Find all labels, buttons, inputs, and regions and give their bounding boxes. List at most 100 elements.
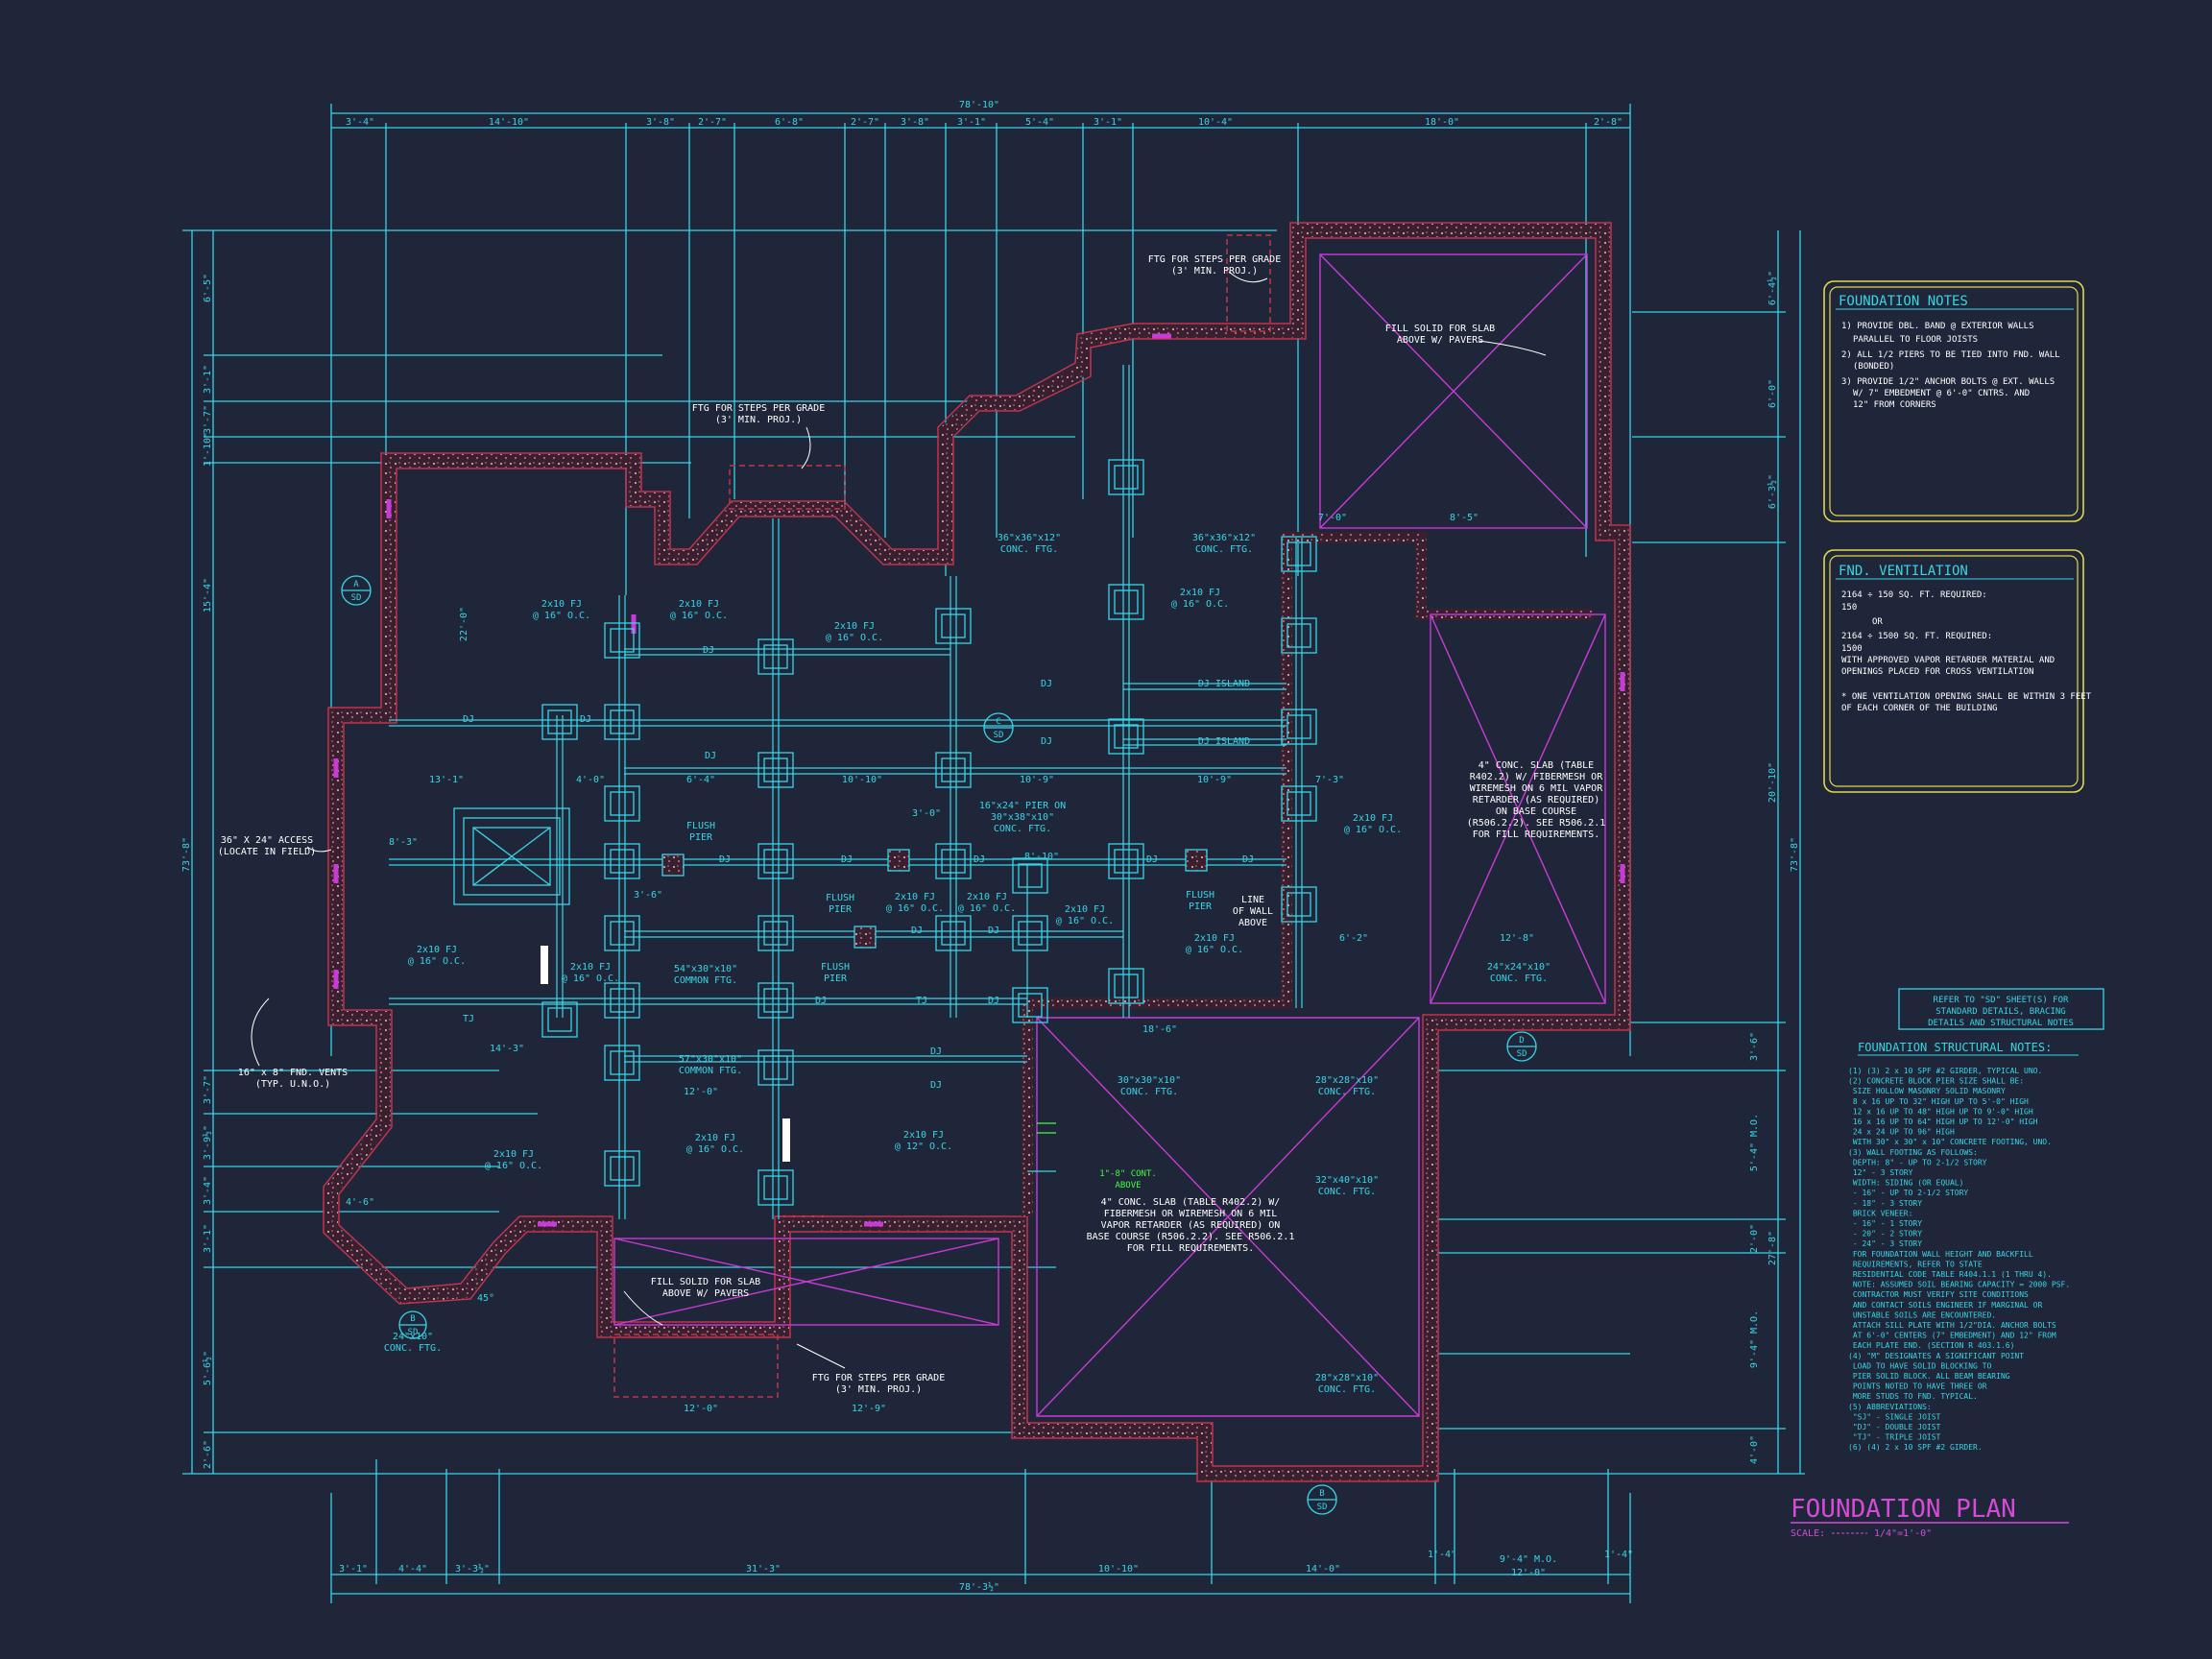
top-dim: 3'-8" [901,117,929,128]
label-ftg-steps-bottom: FTG FOR STEPS PER GRADE (3' MIN. PROJ.) [812,1373,945,1395]
label-fj: 2x10 FJ @ 16" O.C. [562,962,619,984]
label-dj: DJ [463,714,474,725]
scale-value: 1/4"=1'-0" [1874,1528,1932,1539]
label-ftg-30: 30"x30"x10" CONC. FTG. [1118,1075,1181,1097]
label-flush-pier: FLUSH PIER [686,821,715,843]
section-marker-b-left: B SD [398,1310,427,1339]
right-dim: 27'-8" [1767,1231,1778,1265]
label-dj-island: DJ ISLAND [1198,736,1250,747]
top-dim: 3'-1" [957,117,986,128]
right-dim: 2'-0" [1749,1224,1760,1253]
dimension-grid [182,104,1805,1603]
label-tj: TJ [916,996,927,1006]
label-dj: DJ [930,1046,942,1057]
svg-text:SD: SD [351,593,362,603]
label-dj: DJ [815,996,827,1006]
right-dim: 6'-4½" [1767,271,1778,305]
right-dim: 6'-3½" [1767,474,1778,509]
label-fj: 2x10 FJ @ 16" O.C. [686,1133,744,1155]
label-cont-above: 1"-8" CONT. ABOVE [1099,1169,1157,1190]
label-line-wall: LINE OF WALL ABOVE [1233,895,1273,928]
top-dim: 2'-7" [851,117,879,128]
label-fj: 2x10 FJ @ 16" O.C. [958,892,1016,914]
label-ftg-24: 24"x24"x10" CONC. FTG. [1487,962,1551,984]
bottom-dim: 4'-4" [398,1564,427,1575]
refer-sd-text: REFER TO "SD" SHEET(S) FOR STANDARD DETAI… [1928,996,2074,1028]
label-dj-island: DJ ISLAND [1198,679,1250,689]
label-dj: DJ [911,926,923,936]
label-tj: TJ [463,1014,474,1024]
top-dim: 14'-10" [489,117,529,128]
section-marker-a: A SD [341,575,372,606]
top-dim: 3'-4" [346,117,374,128]
label-fj: 2x10 FJ @ 12" O.C. [895,1130,952,1152]
interior-dim: 3'-6" [634,890,662,901]
top-dim: 2'-8" [1594,117,1623,128]
interior-dim: 13'-1" [429,775,464,785]
label-fj: 2x10 FJ @ 16" O.C. [1171,588,1229,610]
left-dim: 3'-1" [203,365,213,394]
label-ftg-32: 32"x40"x10" CONC. FTG. [1315,1175,1379,1197]
foundation-note-line: 2) ALL 1/2 PIERS TO BE TIED INTO FND. WA… [1841,350,2060,360]
foundation-note-line: W/ 7" EMBEDMENT @ 6'-0" CNTRS. AND [1853,389,2030,398]
foundation-notes-box: FOUNDATION NOTES 1) PROVIDE DBL. BAND @ … [1823,280,2084,522]
svg-text:A: A [353,580,359,589]
right-dim: 9'-4" M.O. [1749,1310,1760,1368]
bottom-dim: 10'-10" [1098,1564,1139,1575]
label-dj: DJ [930,1080,942,1091]
label-ftg-28b: 28"x28"x10" CONC. FTG. [1315,1373,1379,1395]
label-ftg-steps-mid: FTG FOR STEPS PER GRADE (3' MIN. PROJ.) [692,403,825,425]
foundation-note-line: 1) PROVIDE DBL. BAND @ EXTERIOR WALLS [1841,322,2033,331]
ventilation-line: OR [1872,617,1883,627]
ventilation-line: WITH APPROVED VAPOR RETARDER MATERIAL AN… [1841,656,2055,665]
label-fj: 2x10 FJ @ 16" O.C. [1344,813,1402,835]
label-fj: 2x10 FJ @ 16" O.C. [408,945,466,967]
ventilation-line: 150 [1841,603,1857,613]
scale-label: SCALE: [1791,1528,1825,1539]
top-dim: 10'-4" [1198,117,1233,128]
label-dj: DJ [1041,679,1052,689]
ventilation-line: 1500 [1841,644,1863,654]
svg-text:SD: SD [994,731,1004,740]
section-marker-c: C SD [983,712,1014,743]
label-conc-ftg: 36"x36"x12" CONC. FTG. [998,533,1061,555]
interior-dim: 3'-0" [912,808,941,819]
right-dim: 20'-10" [1767,762,1778,803]
ventilation-line: 2164 ÷ 1500 SQ. FT. REQUIRED: [1841,632,1992,641]
interior-dim: 14'-3" [490,1044,524,1054]
label-flush-pier: FLUSH PIER [1186,890,1214,912]
structural-notes: FOUNDATION STRUCTURAL NOTES: (1) (3) 2 x… [1848,1041,2079,1452]
interior-dim: 12'-0" [684,1404,718,1414]
label-access: 36" X 24" ACCESS (LOCATE IN FIELD) [218,835,316,857]
left-dim: 3'-7" [203,405,213,434]
left-dim: 3'-4" [203,1176,213,1205]
svg-text:SD: SD [1317,1503,1328,1512]
label-fj: 2x10 FJ @ 16" O.C. [826,621,883,643]
top-dim: 5'-4" [1025,117,1054,128]
interior-dim: 12'-8" [1500,933,1534,944]
right-overall-dim: 73'-8" [1790,837,1800,872]
foundation-plan-sheet: 78'-10" 3'-4" 14'-10" 3'-8" 2'-7" 6'-8" … [181,100,2104,1603]
structural-notes-title: FOUNDATION STRUCTURAL NOTES: [1858,1041,2052,1054]
interior-dim: 7'-3" [1315,775,1344,785]
bottom-overall-dim: 78'-3½" [959,1581,999,1593]
label-fj: 2x10 FJ @ 16" O.C. [886,892,944,914]
interior-dim: 10'-9" [1020,775,1054,785]
interior-dim: 4'-6" [346,1197,374,1208]
foundation-note-line: 12" FROM CORNERS [1853,400,1936,410]
top-dim: 3'-8" [646,117,675,128]
svg-text:SD: SD [408,1328,419,1337]
title-block: FOUNDATION PLAN SCALE: 1/4"=1'-0" [1791,1495,2069,1539]
interior-dim: 6'-2" [1339,933,1368,944]
interior-dim: 12'-0" [684,1087,718,1097]
label-fj: 2x10 FJ @ 16" O.C. [533,599,590,621]
label-vents: 16" x 8" FND. VENTS (TYP. U.N.O.) [238,1068,348,1090]
label-fill-solid-top: FILL SOLID FOR SLAB ABOVE W/ PAVERS [1385,324,1495,346]
label-common-ftg: 54"x30"x10" COMMON FTG. [674,964,737,986]
fnd-ventilation-title: FND. VENTILATION [1839,564,1968,579]
label-flush-pier: FLUSH PIER [821,962,850,984]
bottom-dim: 31'-3" [746,1564,781,1575]
label-fj: 2x10 FJ @ 16" O.C. [485,1149,542,1171]
label-fj: 2x10 FJ @ 16" O.C. [1056,904,1114,926]
foundation-note-line: 3) PROVIDE 1/2" ANCHOR BOLTS @ EXT. WALL… [1841,377,2055,387]
